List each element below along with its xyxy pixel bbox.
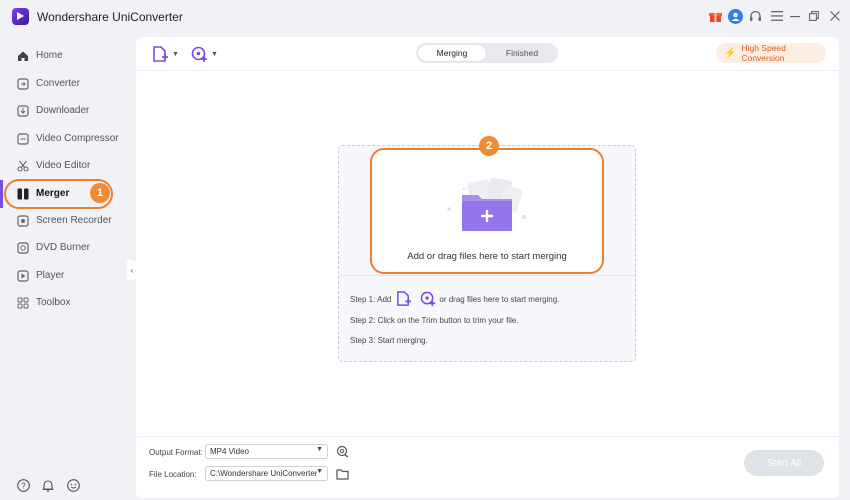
chevron-down-icon: ▼	[316, 446, 323, 453]
gift-icon[interactable]	[707, 8, 723, 24]
sidebar-item-player[interactable]: Player	[0, 262, 132, 289]
folder-add-icon	[447, 177, 526, 231]
chevron-down-icon: ▼	[172, 50, 179, 58]
menu-icon[interactable]	[769, 8, 785, 24]
tab-finished[interactable]: Finished	[488, 45, 556, 61]
start-all-button[interactable]: Start All	[744, 450, 824, 476]
step-2-instruction: Step 2: Click on the Trim button to trim…	[350, 316, 519, 325]
output-format-select[interactable]: MP4 Video ▼	[205, 444, 328, 459]
merge-status-tabs: Merging Finished	[416, 43, 558, 63]
step-badge-2: 2	[479, 136, 499, 156]
add-file-icon	[397, 291, 412, 306]
sidebar-item-home[interactable]: Home	[0, 42, 132, 69]
help-icon[interactable]: ?	[16, 478, 30, 492]
bell-icon[interactable]	[41, 478, 55, 492]
sidebar-item-label: Merger	[36, 188, 70, 199]
toolbox-icon	[17, 297, 29, 309]
user-avatar-icon[interactable]	[727, 8, 743, 24]
downloader-icon	[17, 104, 29, 117]
sidebar-item-label: Toolbox	[36, 297, 71, 308]
sidebar-item-merger[interactable]: Merger	[0, 180, 132, 207]
maximize-icon[interactable]	[806, 8, 822, 24]
drop-zone[interactable]: Add or drag files here to start merging …	[338, 136, 636, 362]
drop-target-highlight[interactable]: Add or drag files here to start merging	[370, 148, 604, 274]
screen-recorder-icon	[17, 214, 29, 227]
tab-merging[interactable]: Merging	[418, 45, 486, 61]
close-icon[interactable]	[827, 8, 843, 24]
sidebar-item-toolbox[interactable]: Toolbox	[0, 289, 132, 316]
home-icon	[17, 50, 29, 62]
sidebar-item-label: Player	[36, 270, 65, 281]
file-location-select[interactable]: C:\Wondershare UniConverter ▼	[205, 466, 328, 481]
player-icon	[17, 269, 29, 282]
file-location-value: C:\Wondershare UniConverter	[210, 469, 318, 478]
main-panel: ▼ ▼ Merging Finished ⚡ High Speed Conver…	[136, 37, 839, 498]
step-3-instruction: Step 3: Start merging.	[350, 336, 428, 345]
lightning-icon: ⚡	[724, 47, 737, 59]
headset-icon[interactable]	[747, 8, 763, 24]
chevron-down-icon: ▼	[316, 468, 323, 475]
sidebar-item-label: Video Compressor	[36, 133, 119, 144]
title-bar: Wondershare UniConverter	[0, 0, 850, 34]
sidebar-item-label: Downloader	[36, 105, 90, 116]
merger-icon	[17, 188, 29, 200]
compressor-icon	[17, 132, 29, 145]
add-file-icon	[153, 45, 168, 62]
sidebar-item-label: Converter	[36, 78, 80, 89]
chevron-down-icon: ▼	[211, 50, 218, 58]
app-title: Wondershare UniConverter	[37, 10, 183, 24]
sidebar-item-dvd-burner[interactable]: DVD Burner	[0, 234, 132, 261]
add-dvd-icon	[421, 291, 436, 307]
output-settings-icon[interactable]	[336, 445, 349, 458]
toolbar: ▼ ▼ Merging Finished ⚡ High Speed Conver…	[136, 37, 839, 71]
file-location-label: File Location:	[149, 470, 197, 479]
drop-zone-text: Add or drag files here to start merging	[407, 251, 567, 262]
sidebar-item-label: DVD Burner	[36, 242, 90, 253]
app-logo-icon	[12, 8, 29, 25]
sidebar-item-label: Video Editor	[36, 160, 91, 171]
high-speed-conversion-button[interactable]: ⚡ High Speed Conversion	[716, 43, 826, 63]
scissors-icon	[17, 160, 29, 172]
output-format-value: MP4 Video	[210, 447, 249, 456]
sidebar-item-downloader[interactable]: Downloader	[0, 97, 132, 124]
add-dvd-icon	[191, 46, 207, 62]
minimize-icon[interactable]	[787, 8, 803, 24]
output-format-label: Output Format:	[149, 448, 203, 457]
divider	[339, 275, 635, 276]
sidebar-item-label: Screen Recorder	[36, 215, 112, 226]
add-dvd-button[interactable]: ▼	[191, 44, 218, 64]
step-1-instruction: Step 1: Add or drag files here to start …	[350, 291, 559, 307]
sidebar-item-video-compressor[interactable]: Video Compressor	[0, 125, 132, 152]
sidebar-item-screen-recorder[interactable]: Screen Recorder	[0, 207, 132, 234]
sidebar-item-label: Home	[36, 50, 63, 61]
svg-text:?: ?	[21, 481, 26, 490]
high-speed-label: High Speed Conversion	[741, 43, 786, 63]
add-files-button[interactable]: ▼	[152, 44, 179, 64]
sidebar: 1 Home Converter Downloader Video Compre…	[0, 38, 132, 458]
sidebar-item-converter[interactable]: Converter	[0, 70, 132, 97]
step1-prefix: Step 1: Add	[350, 294, 392, 304]
dvd-icon	[17, 241, 29, 254]
converter-icon	[17, 77, 29, 90]
feedback-icon[interactable]	[66, 478, 80, 492]
sidebar-item-video-editor[interactable]: Video Editor	[0, 152, 132, 179]
step1-suffix: or drag files here to start merging.	[439, 294, 560, 304]
bottom-bar: Output Format: MP4 Video ▼ File Location…	[136, 436, 839, 498]
folder-icon[interactable]	[336, 467, 349, 480]
